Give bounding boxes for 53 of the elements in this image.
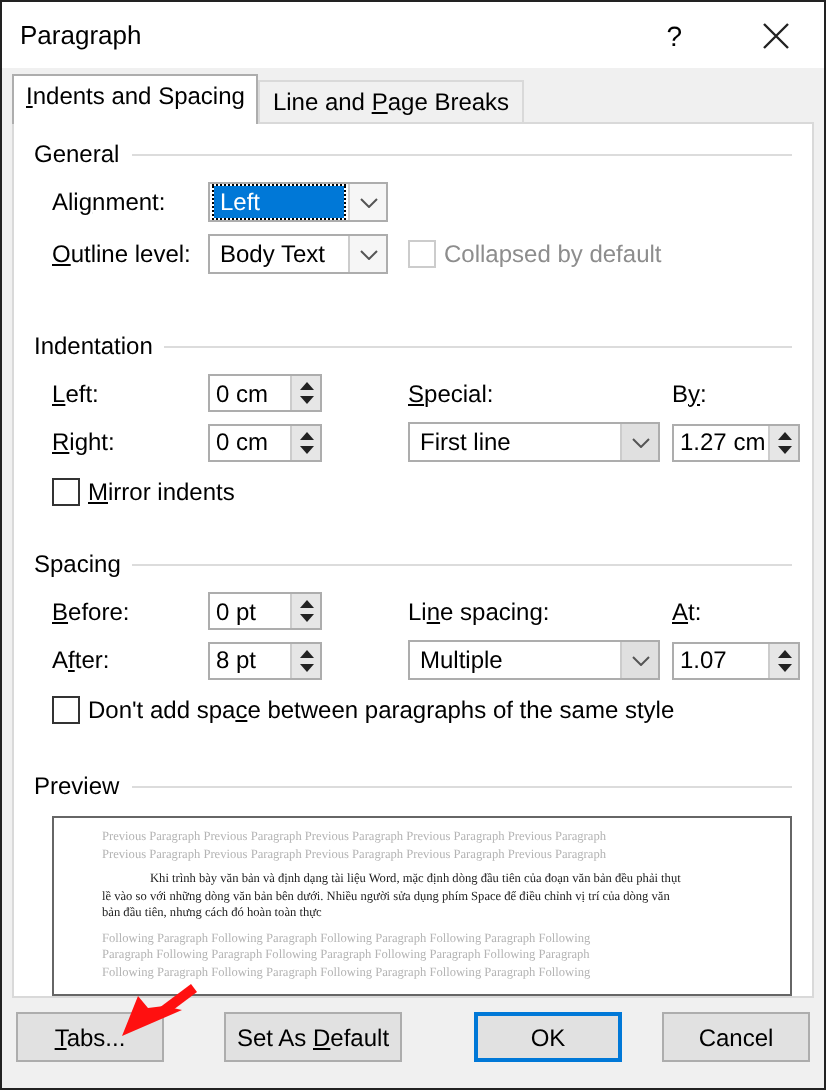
spin-buttons[interactable]	[768, 425, 798, 459]
dropdown-button[interactable]	[348, 236, 386, 272]
field-label: Outline level:	[52, 240, 193, 268]
group-heading: Spacing	[34, 550, 121, 578]
number-field[interactable]: 0 cm	[208, 374, 322, 412]
window-title: Paragraph	[20, 20, 144, 50]
dialog-button[interactable]: Set As Default	[224, 1012, 402, 1062]
dialog-button[interactable]: Tabs...	[16, 1012, 164, 1062]
group-heading: General	[34, 140, 120, 168]
checkbox-label: Collapsed by default	[444, 240, 662, 268]
field-label: By:	[672, 379, 709, 407]
spin-buttons[interactable]	[290, 376, 320, 410]
chevron-icon	[631, 655, 649, 665]
group-heading: Preview	[34, 772, 120, 800]
number-field[interactable]: 0 pt	[208, 592, 322, 630]
dropdown[interactable]: First line	[408, 422, 660, 462]
spin-buttons[interactable]	[768, 643, 798, 677]
dropdown[interactable]: Multiple	[408, 640, 660, 680]
chevron-icon	[359, 249, 377, 259]
field-label: Line spacing:	[408, 597, 552, 625]
field-label: Alignment:	[52, 188, 168, 216]
group-heading: Indentation	[34, 332, 153, 360]
checkbox-label: Don't add space between paragraphs of the same style	[88, 696, 675, 724]
spin-buttons[interactable]	[290, 425, 320, 459]
field-label: At:	[672, 597, 704, 625]
close-icon[interactable]	[762, 21, 790, 49]
chevron-icon	[631, 437, 649, 447]
field-label: Right:	[52, 428, 117, 456]
field-label: After:	[52, 646, 112, 674]
number-field[interactable]: 1.07	[672, 641, 800, 679]
field-label: Special:	[408, 379, 496, 407]
checkbox-label: Mirror indents	[88, 478, 235, 506]
dialog-button[interactable]: Cancel	[662, 1012, 810, 1062]
number-field[interactable]: 8 pt	[208, 641, 322, 679]
annotation-arrow	[122, 984, 197, 1036]
field-label: Left:	[52, 379, 101, 407]
help-button[interactable]: ?	[666, 19, 682, 51]
dropdown-button[interactable]	[620, 642, 658, 678]
number-field[interactable]: 0 cm	[208, 423, 322, 461]
dropdown[interactable]: Body Text	[208, 234, 388, 274]
spin-buttons[interactable]	[290, 594, 320, 628]
spin-buttons[interactable]	[290, 643, 320, 677]
chevron-icon	[359, 197, 377, 207]
number-field[interactable]: 1.27 cm	[672, 423, 800, 461]
checkbox[interactable]	[52, 478, 80, 506]
field-label: Before:	[52, 597, 132, 625]
dropdown-button[interactable]	[348, 184, 386, 220]
dropdown[interactable]: Left	[208, 182, 388, 222]
dialog-button[interactable]: OK	[474, 1012, 622, 1062]
checkbox[interactable]	[52, 696, 80, 724]
tab[interactable]: Line and Page Breaks	[258, 80, 524, 122]
dropdown-button[interactable]	[620, 424, 658, 460]
tab[interactable]: Indents and Spacing	[12, 74, 259, 124]
